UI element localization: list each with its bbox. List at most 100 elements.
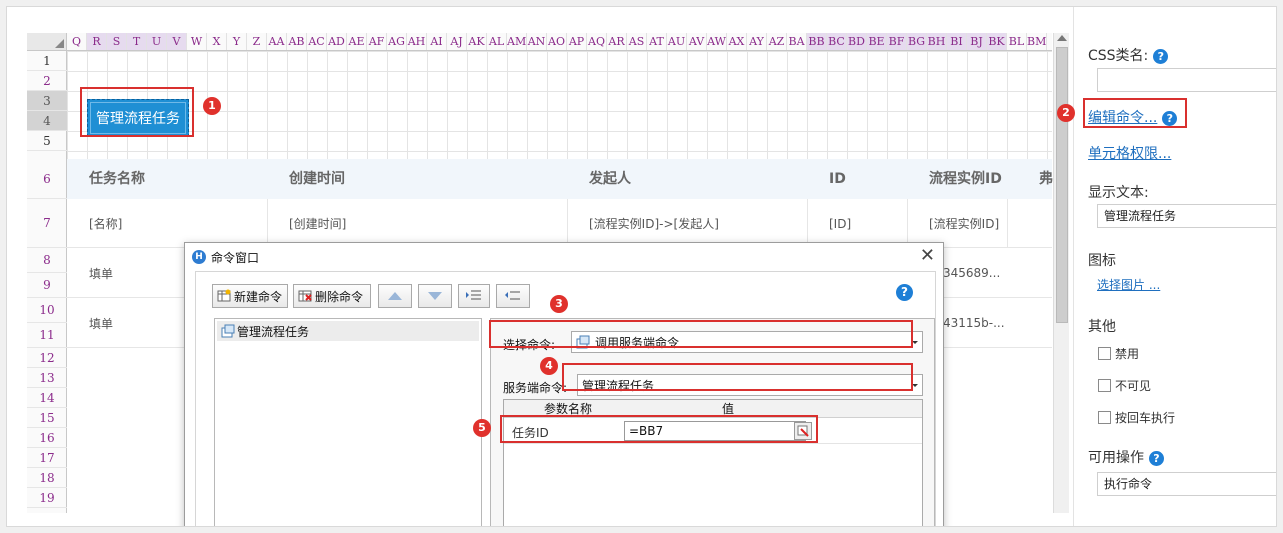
- row-header[interactable]: 16: [27, 428, 67, 448]
- row-header[interactable]: 11: [27, 323, 67, 348]
- column-header[interactable]: AD: [327, 33, 347, 50]
- cell-permission-link[interactable]: 单元格权限...: [1088, 143, 1171, 163]
- select-all-corner[interactable]: [27, 33, 67, 51]
- column-header[interactable]: AU: [667, 33, 687, 50]
- column-header[interactable]: BB: [807, 33, 827, 50]
- row-header[interactable]: 7: [27, 199, 67, 248]
- available-ops-select[interactable]: 执行命令: [1097, 472, 1276, 496]
- column-header[interactable]: AV: [687, 33, 707, 50]
- column-header[interactable]: AG: [387, 33, 407, 50]
- cell-process-instance-id[interactable]: 43115b-...: [943, 298, 1005, 348]
- row-header[interactable]: 12: [27, 348, 67, 368]
- cell-name[interactable]: 填单: [89, 248, 113, 298]
- column-header[interactable]: R: [87, 33, 107, 50]
- column-header[interactable]: AQ: [587, 33, 607, 50]
- row-header[interactable]: 1: [27, 51, 67, 71]
- column-header[interactable]: AH: [407, 33, 427, 50]
- cell-process-instance-id[interactable]: 345689...: [943, 248, 1000, 298]
- column-header[interactable]: BF: [887, 33, 907, 50]
- column-header[interactable]: BH: [927, 33, 947, 50]
- row-header[interactable]: 18: [27, 468, 67, 488]
- checkbox-icon[interactable]: [1098, 379, 1111, 392]
- column-header[interactable]: AP: [567, 33, 587, 50]
- column-header[interactable]: T: [127, 33, 147, 50]
- select-image-link[interactable]: 选择图片 ...: [1097, 276, 1160, 293]
- row-header[interactable]: 15: [27, 408, 67, 428]
- column-header[interactable]: AJ: [447, 33, 467, 50]
- invisible-checkbox[interactable]: 不可见: [1098, 377, 1151, 394]
- help-icon[interactable]: ?: [1153, 48, 1169, 64]
- column-header[interactable]: AY: [747, 33, 767, 50]
- close-icon[interactable]: ✕: [920, 246, 935, 266]
- column-header[interactable]: AB: [287, 33, 307, 50]
- cell-process-instance-id[interactable]: [流程实例ID]: [929, 199, 999, 248]
- row-header[interactable]: 10: [27, 298, 67, 323]
- column-header[interactable]: U: [147, 33, 167, 50]
- cell-created-time[interactable]: [创建时间]: [289, 199, 346, 248]
- column-header[interactable]: BK: [987, 33, 1007, 50]
- column-header[interactable]: AA: [267, 33, 287, 50]
- row-header[interactable]: 8: [27, 248, 67, 273]
- column-header[interactable]: AL: [487, 33, 507, 50]
- column-header[interactable]: BG: [907, 33, 927, 50]
- column-header[interactable]: Z: [247, 33, 267, 50]
- column-header[interactable]: AZ: [767, 33, 787, 50]
- row-header[interactable]: 3: [27, 91, 67, 111]
- column-header[interactable]: AW: [707, 33, 727, 50]
- row-header[interactable]: 17: [27, 448, 67, 468]
- delete-command-button[interactable]: 删除命令: [293, 284, 371, 308]
- help-icon[interactable]: ?: [1149, 450, 1164, 466]
- column-header[interactable]: BL: [1007, 33, 1027, 50]
- column-header[interactable]: AE: [347, 33, 367, 50]
- column-header[interactable]: BA: [787, 33, 807, 50]
- outdent-button[interactable]: [496, 284, 530, 308]
- row-header[interactable]: 9: [27, 273, 67, 298]
- scrollbar-thumb[interactable]: [1056, 47, 1068, 323]
- column-header[interactable]: AI: [427, 33, 447, 50]
- row-header[interactable]: 6: [27, 159, 67, 199]
- column-header[interactable]: AX: [727, 33, 747, 50]
- column-header[interactable]: S: [107, 33, 127, 50]
- new-command-button[interactable]: 新建命令: [212, 284, 288, 308]
- row-header[interactable]: 19: [27, 488, 67, 508]
- column-header[interactable]: Y: [227, 33, 247, 50]
- column-header[interactable]: AC: [307, 33, 327, 50]
- column-header[interactable]: AN: [527, 33, 547, 50]
- column-header[interactable]: BJ: [967, 33, 987, 50]
- row-header[interactable]: 2: [27, 71, 67, 91]
- indent-button[interactable]: [458, 284, 490, 308]
- column-header[interactable]: AK: [467, 33, 487, 50]
- checkbox-icon[interactable]: [1098, 347, 1111, 360]
- column-header[interactable]: AR: [607, 33, 627, 50]
- move-up-button[interactable]: [378, 284, 412, 308]
- dialog-titlebar[interactable]: H 命令窗口 ✕: [185, 243, 943, 271]
- column-header[interactable]: BM: [1027, 33, 1047, 50]
- column-header[interactable]: Q: [67, 33, 87, 50]
- column-header[interactable]: V: [167, 33, 187, 50]
- scroll-up-arrow-icon[interactable]: [1057, 35, 1067, 41]
- row-header[interactable]: 20: [27, 508, 67, 514]
- display-text-input[interactable]: 管理流程任务: [1097, 204, 1276, 228]
- cell-initiator[interactable]: [流程实例ID]->[发起人]: [589, 199, 719, 248]
- cell-name[interactable]: [名称]: [89, 199, 122, 248]
- column-header[interactable]: BE: [867, 33, 887, 50]
- column-header[interactable]: BD: [847, 33, 867, 50]
- css-class-input[interactable]: [1097, 68, 1276, 92]
- checkbox-icon[interactable]: [1098, 411, 1111, 424]
- row-header[interactable]: 4: [27, 111, 67, 131]
- column-header[interactable]: AM: [507, 33, 527, 50]
- column-header[interactable]: X: [207, 33, 227, 50]
- cell-id[interactable]: [ID]: [829, 199, 851, 248]
- column-header[interactable]: BC: [827, 33, 847, 50]
- row-header[interactable]: 13: [27, 368, 67, 388]
- move-down-button[interactable]: [418, 284, 452, 308]
- column-header[interactable]: AS: [627, 33, 647, 50]
- column-header[interactable]: AO: [547, 33, 567, 50]
- enter-execute-checkbox[interactable]: 按回车执行: [1098, 409, 1175, 426]
- column-header[interactable]: BI: [947, 33, 967, 50]
- column-header[interactable]: AF: [367, 33, 387, 50]
- command-tree[interactable]: 管理流程任务: [214, 318, 482, 526]
- column-header[interactable]: W: [187, 33, 207, 50]
- help-icon[interactable]: ?: [896, 284, 913, 301]
- row-header[interactable]: 14: [27, 388, 67, 408]
